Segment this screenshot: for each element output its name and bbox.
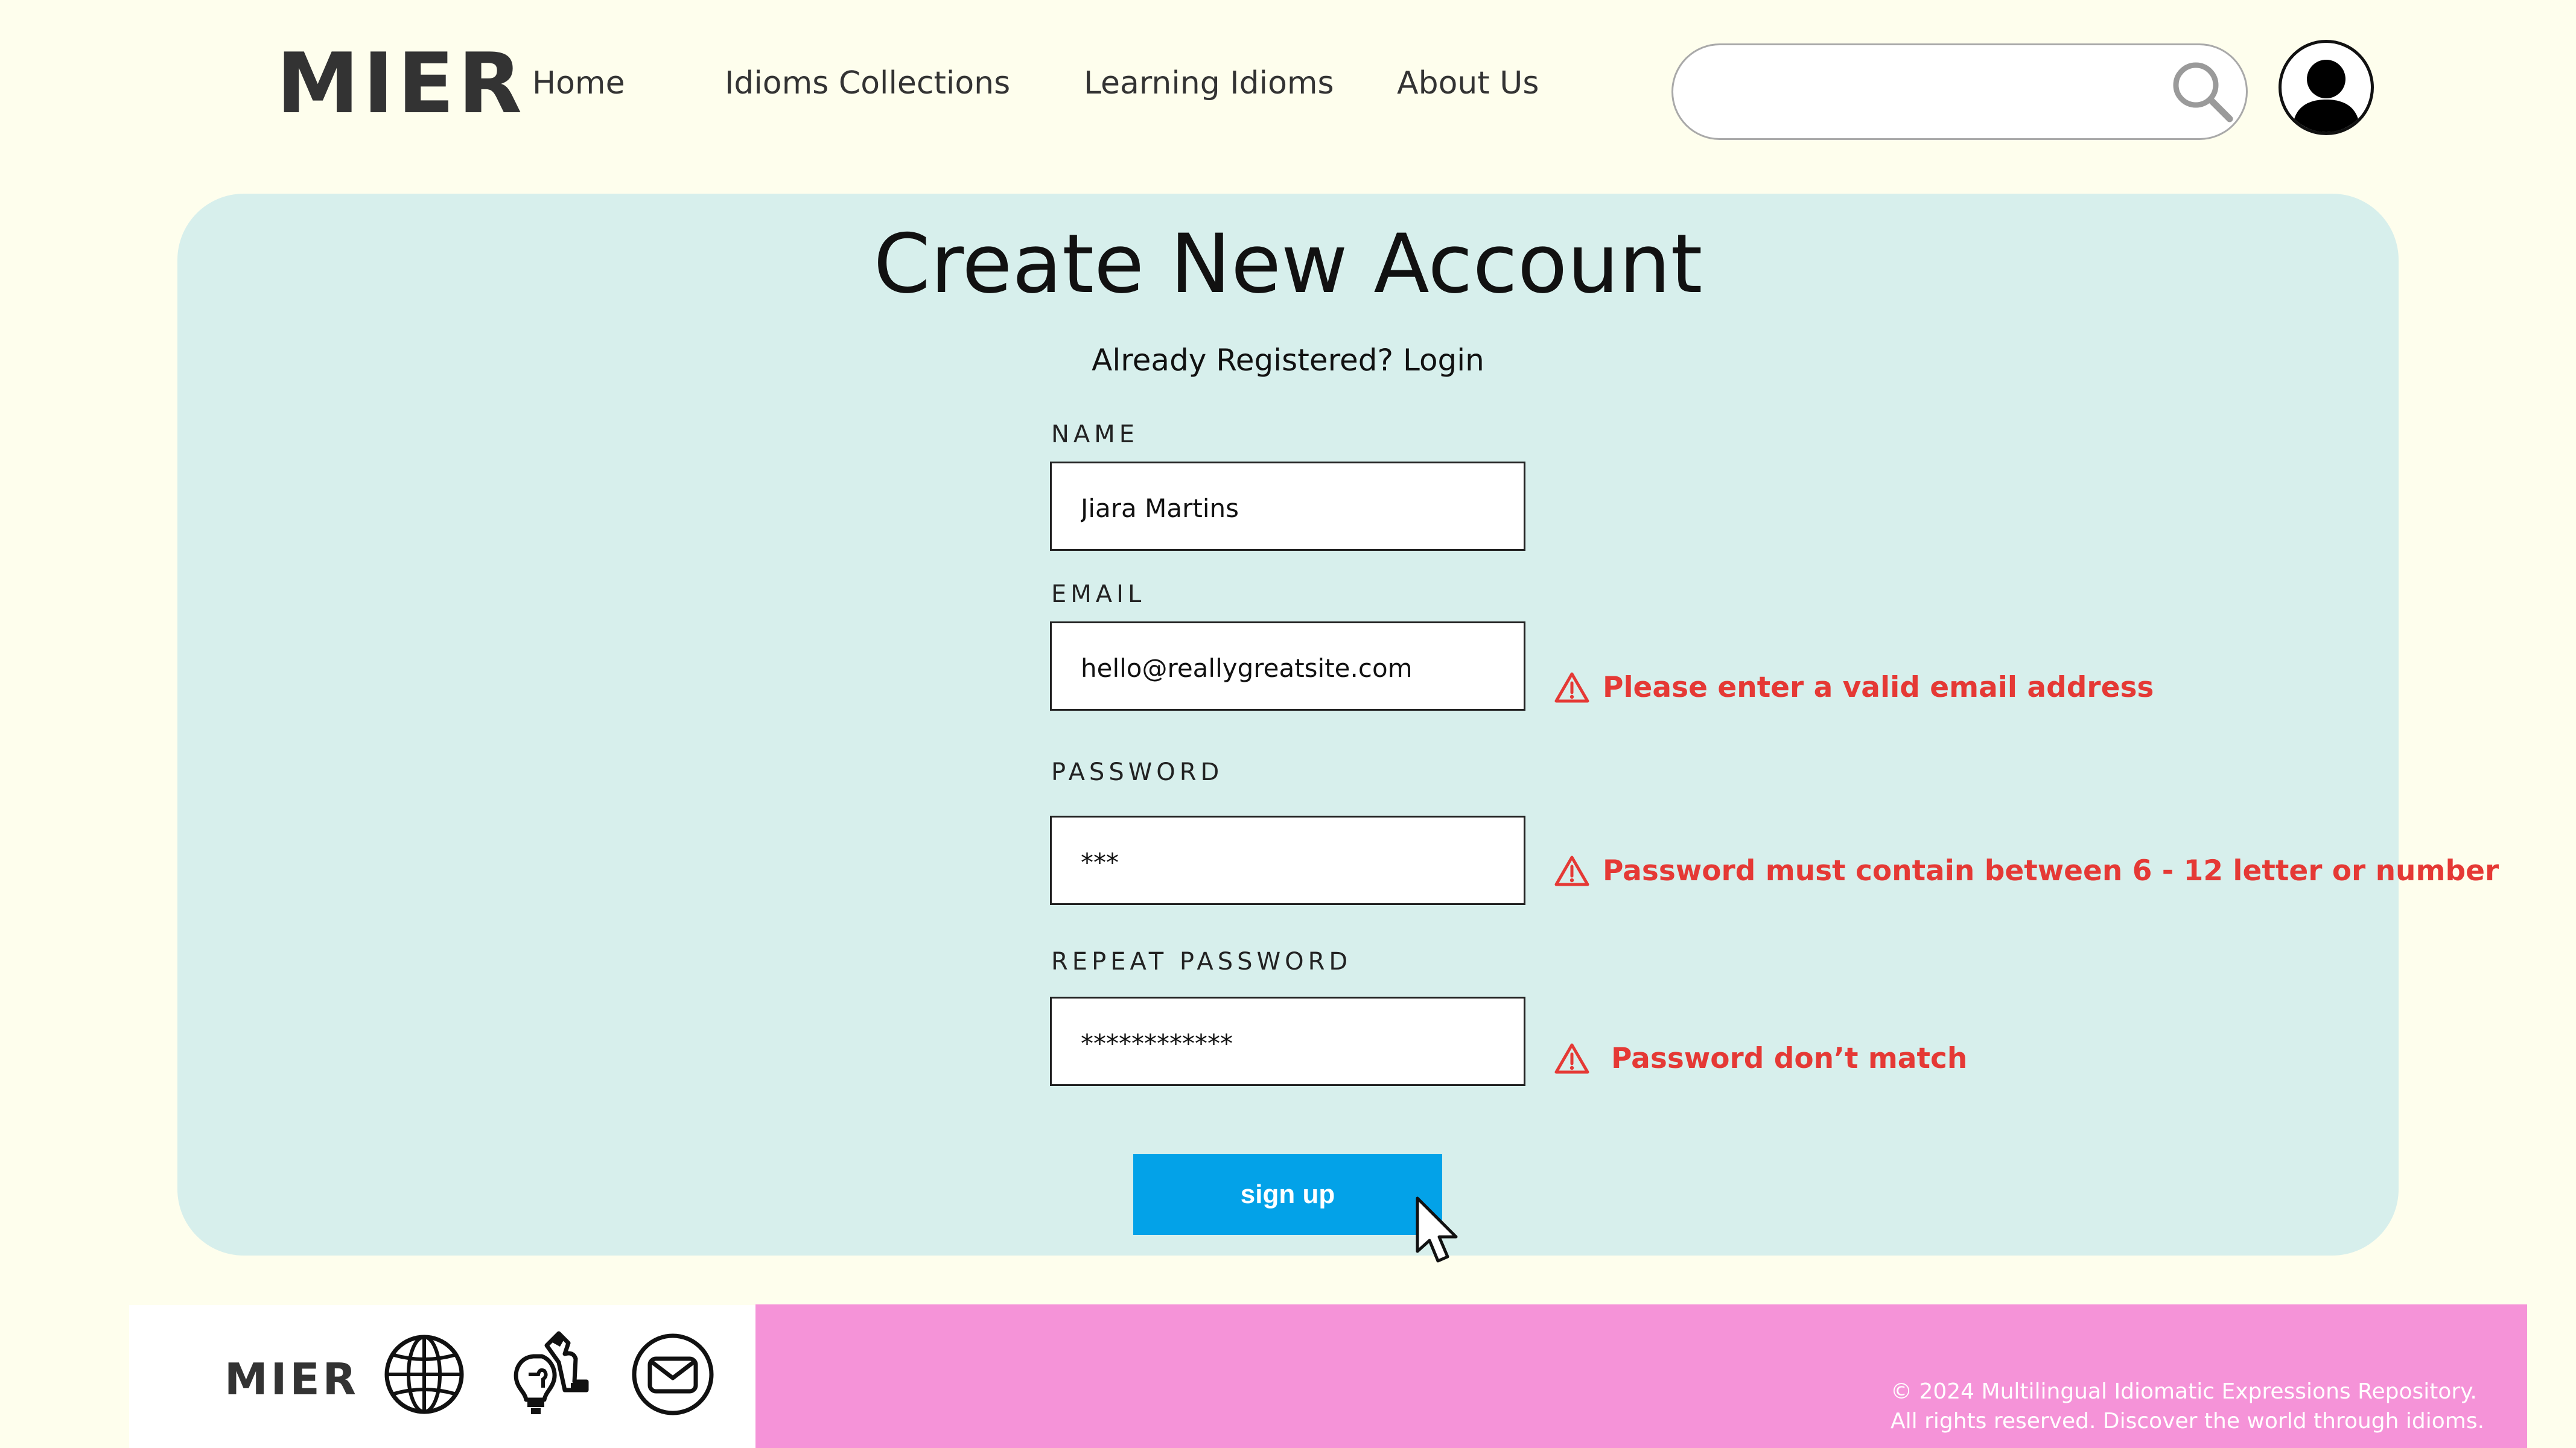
name-input[interactable]: [1080, 486, 1504, 530]
password-input[interactable]: [1080, 840, 1504, 884]
email-error-text: Please enter a valid email address: [1603, 670, 2154, 704]
search-bar: [1671, 43, 2248, 140]
copyright-text: © 2024 Multilingual Idiomatic Expression…: [1891, 1377, 2484, 1436]
password-field: [1050, 816, 1525, 905]
name-label: NAME: [1051, 421, 1139, 448]
sign-up-button[interactable]: sign up: [1133, 1154, 1442, 1235]
password-label: PASSWORD: [1051, 758, 1224, 786]
repeat-password-error: Password don’t match: [1554, 1043, 1967, 1074]
logo[interactable]: MIER: [276, 42, 526, 125]
nav-about-us[interactable]: About Us: [1397, 68, 1539, 99]
copyright-line-2: All rights reserved. Discover the world …: [1891, 1409, 2485, 1434]
nav-home[interactable]: Home: [532, 68, 625, 99]
repeat-password-input[interactable]: [1080, 1021, 1504, 1065]
email-error: Please enter a valid email address: [1554, 672, 2154, 703]
password-error: Password must contain between 6 - 12 let…: [1554, 855, 2499, 886]
user-icon: [2292, 60, 2360, 132]
email-label: EMAIL: [1051, 580, 1146, 608]
mail-icon[interactable]: [631, 1332, 715, 1417]
email-field: [1050, 621, 1525, 711]
warning-icon: [1554, 672, 1589, 703]
mouse-cursor-icon: [1416, 1196, 1458, 1263]
profile-button[interactable]: [2279, 40, 2374, 135]
search-icon[interactable]: [2169, 59, 2236, 125]
email-input[interactable]: [1080, 646, 1504, 690]
name-field: [1050, 462, 1525, 551]
password-error-text: Password must contain between 6 - 12 let…: [1603, 854, 2499, 888]
page-title: Create New Account: [873, 217, 1703, 311]
nav-learning-idioms[interactable]: Learning Idioms: [1084, 68, 1334, 99]
warning-icon: [1554, 1043, 1589, 1074]
puzzle-lightbulb-icon[interactable]: [502, 1327, 593, 1418]
login-prompt: Already Registered? Login: [0, 345, 2576, 375]
copyright-line-1: © 2024 Multilingual Idiomatic Expression…: [1891, 1379, 2477, 1404]
repeat-password-error-text: Password don’t match: [1611, 1041, 1968, 1075]
search-input[interactable]: [1703, 63, 2177, 122]
globe-icon[interactable]: [382, 1332, 466, 1417]
warning-icon: [1554, 856, 1589, 886]
repeat-password-field: [1050, 997, 1525, 1086]
login-prompt-text: Already Registered?: [1092, 343, 1403, 378]
repeat-password-label: REPEAT PASSWORD: [1051, 948, 1352, 976]
nav-idioms-collections[interactable]: Idioms Collections: [725, 68, 1010, 99]
login-link[interactable]: Login: [1403, 343, 1484, 378]
footer-logo[interactable]: MIER: [224, 1358, 359, 1401]
